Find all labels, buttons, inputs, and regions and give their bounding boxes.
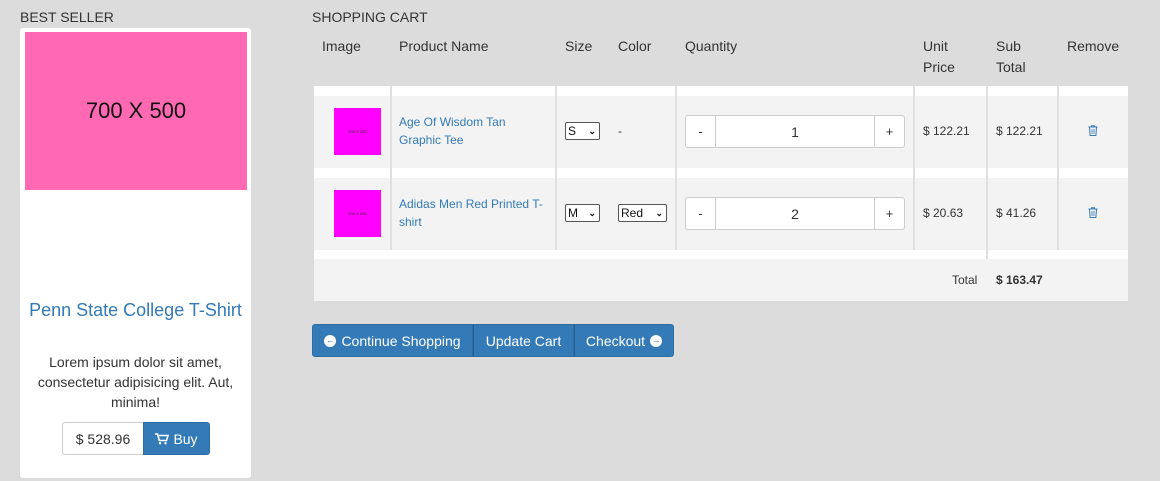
- best-seller-product-name[interactable]: Penn State College T-Shirt: [28, 300, 243, 320]
- best-seller-price: $ 528.96: [62, 422, 143, 455]
- col-header-unit-price-line1: Unit: [923, 38, 948, 54]
- color-value: -: [618, 124, 622, 138]
- table-separator: [314, 86, 1128, 96]
- unit-price: $ 122.21: [923, 124, 970, 138]
- checkout-label: Checkout: [585, 332, 646, 349]
- update-cart-button[interactable]: Update Cart: [473, 324, 574, 357]
- arrow-circle-right-icon: →: [650, 334, 663, 347]
- col-header-unit-price: Unit Price: [923, 36, 955, 78]
- product-thumbnail[interactable]: 200 X 200: [334, 108, 381, 155]
- col-header-color: Color: [618, 38, 652, 54]
- color-select-value: Red: [621, 206, 644, 220]
- col-header-quantity: Quantity: [685, 38, 738, 54]
- table-separator: [314, 250, 1128, 259]
- product-thumbnail-text: 200 X 200: [348, 211, 367, 216]
- total-value: $ 163.47: [996, 273, 1043, 287]
- column-divider: [675, 86, 677, 250]
- continue-shopping-label: Continue Shopping: [341, 332, 461, 349]
- column-divider: [1057, 86, 1059, 250]
- checkout-button[interactable]: Checkout →: [574, 324, 674, 357]
- quantity-input[interactable]: 1: [716, 116, 874, 147]
- shopping-cart-icon: [155, 432, 170, 444]
- update-cart-label: Update Cart: [485, 332, 562, 349]
- size-select[interactable]: M ⌄: [565, 204, 600, 222]
- shopping-cart-heading: SHOPPING CART: [312, 9, 428, 25]
- best-seller-image-text: 700 X 500: [85, 98, 187, 123]
- quantity-stepper: - 2 +: [685, 197, 905, 230]
- quantity-input[interactable]: 2: [716, 198, 874, 229]
- col-header-image: Image: [322, 38, 361, 54]
- col-header-unit-price-line2: Price: [923, 59, 955, 75]
- size-select-value: S: [568, 124, 577, 138]
- sub-total: $ 122.21: [996, 124, 1043, 138]
- column-divider: [390, 86, 392, 250]
- size-select-value: M: [568, 206, 578, 220]
- trash-icon[interactable]: [1088, 125, 1098, 136]
- arrow-circle-left-icon: ←: [324, 334, 337, 347]
- column-divider: [555, 86, 557, 250]
- quantity-stepper: - 1 +: [685, 115, 905, 148]
- best-seller-heading: BEST SELLER: [20, 9, 114, 25]
- col-header-size: Size: [565, 38, 593, 54]
- product-name-link[interactable]: Age Of Wisdom Tan Graphic Tee: [399, 113, 549, 149]
- unit-price: $ 20.63: [923, 206, 964, 220]
- size-select[interactable]: S ⌄: [565, 122, 600, 140]
- buy-button[interactable]: Buy: [143, 422, 210, 455]
- continue-shopping-button[interactable]: ← Continue Shopping: [312, 324, 473, 357]
- table-separator: [314, 168, 1128, 178]
- col-header-remove: Remove: [1067, 38, 1120, 54]
- chevron-down-icon: ⌄: [588, 207, 596, 218]
- col-header-sub-total: Sub Total: [996, 36, 1026, 78]
- buy-button-label: Buy: [173, 430, 198, 447]
- col-header-sub-total-line1: Sub: [996, 38, 1021, 54]
- col-header-sub-total-line2: Total: [996, 59, 1026, 75]
- total-label: Total: [952, 273, 978, 287]
- product-name-link[interactable]: Adidas Men Red Printed T-shirt: [399, 195, 549, 231]
- col-header-product-name: Product Name: [399, 38, 489, 54]
- quantity-decrease-button[interactable]: -: [686, 198, 716, 229]
- buy-group: $ 528.96 Buy: [62, 422, 210, 455]
- best-seller-image[interactable]: 700 X 500: [25, 32, 247, 190]
- chevron-down-icon: ⌄: [655, 207, 663, 218]
- trash-icon[interactable]: [1088, 207, 1098, 218]
- cart-actions: ← Continue Shopping Update Cart Checkout…: [312, 324, 674, 357]
- best-seller-description: Lorem ipsum dolor sit amet, consectetur …: [37, 354, 234, 410]
- quantity-decrease-button[interactable]: -: [686, 116, 716, 147]
- quantity-increase-button[interactable]: +: [874, 116, 904, 147]
- sub-total: $ 41.26: [996, 206, 1037, 220]
- product-thumbnail-text: 200 X 200: [348, 129, 367, 134]
- chevron-down-icon: ⌄: [588, 125, 596, 136]
- column-divider: [913, 86, 915, 250]
- color-select[interactable]: Red ⌄: [618, 204, 667, 222]
- quantity-increase-button[interactable]: +: [874, 198, 904, 229]
- product-thumbnail[interactable]: 200 X 200: [334, 190, 381, 237]
- best-seller-card: 700 X 500 Penn State College T-Shirt Lor…: [20, 28, 251, 478]
